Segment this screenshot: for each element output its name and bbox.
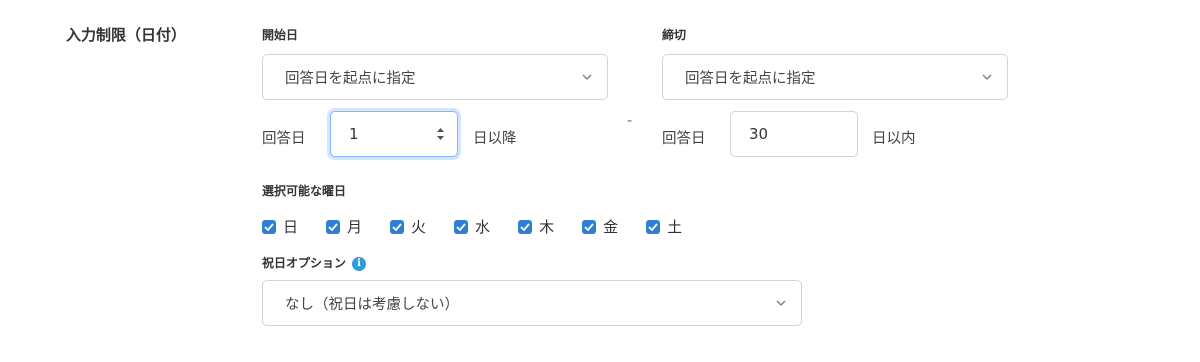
checkbox-checked-icon[interactable] <box>582 219 597 234</box>
start-date-label: 開始日 <box>262 28 299 42</box>
weekday-sun[interactable]: 日 <box>262 216 298 237</box>
weekday-tue[interactable]: 火 <box>390 216 426 237</box>
end-suffix-label: 日以内 <box>872 131 916 147</box>
end-prefix-label: 回答日 <box>662 131 706 147</box>
checkbox-checked-icon[interactable] <box>390 219 405 234</box>
checkbox-checked-icon[interactable] <box>454 219 469 234</box>
start-day-value: 1 <box>349 125 359 143</box>
start-prefix-label: 回答日 <box>262 131 306 147</box>
chevron-down-icon <box>981 71 993 83</box>
weekday-label: 木 <box>539 218 555 236</box>
weekday-label: 月 <box>347 218 363 236</box>
weekday-label: 土 <box>667 218 683 236</box>
end-mode-value: 回答日を起点に指定 <box>685 70 816 87</box>
weekday-sat[interactable]: 土 <box>646 216 682 237</box>
info-icon[interactable]: i <box>352 256 367 271</box>
weekday-label: 金 <box>603 218 619 236</box>
start-day-input[interactable]: 1 <box>330 111 458 157</box>
weekday-checkbox-group: 日 月 火 水 木 金 土 <box>262 216 710 237</box>
checkbox-checked-icon[interactable] <box>646 219 661 234</box>
holiday-option-value: なし（祝日は考慮しない） <box>285 296 459 313</box>
holiday-option-label: 祝日オプション <box>262 256 347 270</box>
holiday-option-label-row: 祝日オプション i <box>262 254 367 271</box>
number-spinner-icon[interactable] <box>436 127 445 141</box>
chevron-down-icon <box>581 71 593 83</box>
start-mode-value: 回答日を起点に指定 <box>285 70 416 87</box>
checkbox-checked-icon[interactable] <box>518 219 533 234</box>
chevron-down-icon <box>775 297 787 309</box>
checkbox-checked-icon[interactable] <box>326 219 341 234</box>
weekday-label: 水 <box>475 218 491 236</box>
weekday-thu[interactable]: 木 <box>518 216 554 237</box>
end-day-input[interactable]: 30 <box>730 111 858 157</box>
weekday-fri[interactable]: 金 <box>582 216 618 237</box>
start-suffix-label: 日以降 <box>473 131 517 147</box>
section-label: 入力制限（日付） <box>66 26 187 44</box>
checkbox-checked-icon[interactable] <box>262 219 276 234</box>
end-day-value: 30 <box>749 125 769 143</box>
weekdays-label: 選択可能な曜日 <box>262 184 347 198</box>
holiday-option-select[interactable]: なし（祝日は考慮しない） <box>262 280 802 326</box>
end-mode-select[interactable]: 回答日を起点に指定 <box>662 54 1008 100</box>
weekday-label: 日 <box>283 218 299 236</box>
range-separator: - <box>627 113 633 129</box>
weekday-mon[interactable]: 月 <box>326 216 362 237</box>
start-mode-select[interactable]: 回答日を起点に指定 <box>262 54 608 100</box>
weekday-label: 火 <box>411 218 427 236</box>
weekday-wed[interactable]: 水 <box>454 216 490 237</box>
end-date-label: 締切 <box>662 28 687 42</box>
